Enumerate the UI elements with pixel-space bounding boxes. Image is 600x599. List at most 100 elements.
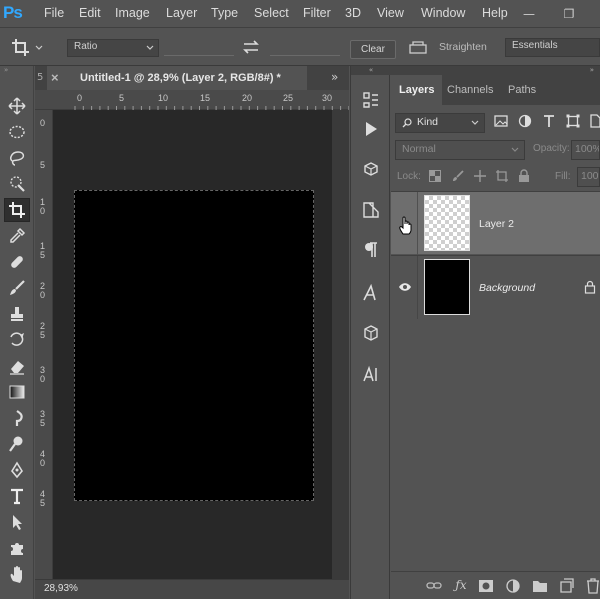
lock-transparent-pixels[interactable]: [429, 170, 441, 182]
tab-overflow-icon[interactable]: »: [331, 70, 338, 84]
ruler-tick-label: 5: [40, 160, 46, 170]
menu-image[interactable]: Image: [115, 6, 150, 20]
filter-shape-layers[interactable]: [565, 114, 581, 130]
layers-panel-footer: ƒx: [391, 571, 600, 599]
close-tab-icon[interactable]: ×: [51, 66, 59, 90]
new-group-button[interactable]: [532, 578, 548, 594]
3d-panel-button[interactable]: [359, 322, 383, 344]
clone-stamp-tool[interactable]: [4, 302, 30, 326]
workspace-dropdown[interactable]: Essentials: [505, 38, 600, 57]
tools-panel: »: [0, 66, 34, 599]
tab-paths[interactable]: Paths: [500, 75, 544, 105]
layer-filter-dropdown[interactable]: Kind: [395, 113, 485, 133]
menu-window[interactable]: Window: [421, 6, 465, 20]
expand-panels-icon[interactable]: »: [590, 66, 594, 75]
brush-tool[interactable]: [4, 276, 30, 300]
filter-adjustment-layers[interactable]: [517, 114, 533, 130]
character-panel-button[interactable]: [359, 282, 383, 304]
add-mask-button[interactable]: [478, 578, 494, 594]
height-field[interactable]: [270, 40, 340, 56]
collapse-dock-icon[interactable]: «: [351, 66, 391, 75]
lock-artboard[interactable]: [495, 169, 509, 183]
document-tab[interactable]: × Untitled-1 @ 28,9% (Layer 2, RGB/8#) *: [47, 66, 307, 90]
move-icon: [474, 170, 486, 182]
history-brush-tool[interactable]: [4, 328, 30, 352]
swap-button[interactable]: [242, 39, 260, 55]
clear-button[interactable]: Clear: [350, 40, 396, 59]
menu-filter[interactable]: Filter: [303, 6, 331, 20]
canvas-area[interactable]: [53, 110, 332, 579]
path-selection-tool[interactable]: [4, 510, 30, 534]
crop-tool[interactable]: [4, 198, 30, 222]
layer-row-layer-2[interactable]: Layer 2: [391, 191, 600, 255]
marquee-tool[interactable]: [4, 120, 30, 144]
menu-type[interactable]: Type: [211, 6, 238, 20]
gradient-tool[interactable]: [4, 380, 30, 404]
blend-mode-label: Normal: [402, 143, 436, 155]
type-tool[interactable]: [4, 484, 30, 508]
menu-edit[interactable]: Edit: [79, 6, 101, 20]
opacity-input[interactable]: 100%: [571, 140, 600, 160]
width-field[interactable]: [164, 40, 234, 56]
filter-pixel-layers[interactable]: [493, 114, 509, 130]
delete-layer-button[interactable]: [585, 578, 600, 594]
modifier-panel-button[interactable]: [359, 158, 383, 180]
menu-help[interactable]: Help: [482, 6, 508, 20]
fill-input[interactable]: 100%: [577, 167, 600, 187]
straighten-label: Straighten: [439, 41, 487, 53]
filter-smart-objects[interactable]: [587, 114, 600, 130]
custom-shape-tool[interactable]: [4, 536, 30, 560]
eyedropper-tool[interactable]: [4, 224, 30, 248]
minimize-button[interactable]: —: [516, 0, 542, 28]
zoom-level[interactable]: 28,93%: [44, 583, 78, 594]
lock-image-pixels[interactable]: [451, 169, 465, 183]
collapse-arrows-icon[interactable]: »: [4, 66, 30, 74]
layer-row-background[interactable]: Background: [391, 255, 600, 319]
dodge-tool[interactable]: [4, 432, 30, 456]
hand-tool[interactable]: [4, 562, 30, 586]
restore-button[interactable]: ❐: [556, 0, 582, 28]
new-layer-button[interactable]: [558, 578, 574, 594]
filter-type-layers[interactable]: [541, 114, 557, 130]
menu-select[interactable]: Select: [254, 6, 289, 20]
history-panel-button[interactable]: [359, 89, 383, 111]
straighten-button[interactable]: Straighten: [408, 39, 488, 59]
link-layers-button[interactable]: [426, 578, 442, 594]
layer-style-button[interactable]: ƒx: [453, 578, 469, 594]
layer-name[interactable]: Layer 2: [479, 218, 514, 230]
menu-layer[interactable]: Layer: [166, 6, 197, 20]
lock-all[interactable]: [517, 169, 531, 183]
menu-file[interactable]: File: [44, 6, 64, 20]
paragraph-panel-button[interactable]: [359, 239, 383, 261]
blend-mode-dropdown[interactable]: Normal: [395, 140, 525, 160]
previous-tab-fragment[interactable]: 5: [37, 72, 43, 83]
healing-brush-tool[interactable]: [4, 250, 30, 274]
visibility-toggle[interactable]: [391, 256, 418, 319]
crop-preset-button[interactable]: [10, 38, 44, 58]
tab-channels[interactable]: Channels: [439, 75, 501, 105]
eraser-tool[interactable]: [4, 354, 30, 378]
pen-tool[interactable]: [4, 458, 30, 482]
history-brush-icon: [10, 332, 24, 346]
vertical-scrollbar[interactable]: [332, 110, 349, 579]
layer-name[interactable]: Background: [479, 282, 535, 294]
tab-layers[interactable]: Layers: [391, 75, 443, 105]
move-tool[interactable]: [4, 94, 30, 118]
menu-view[interactable]: View: [377, 6, 404, 20]
status-bar: 28,93%: [35, 579, 349, 599]
menu-3d[interactable]: 3D: [345, 6, 361, 20]
horizontal-ruler: 0 5 10 15 20 25 30: [35, 90, 349, 110]
character-styles-panel-button[interactable]: [359, 363, 383, 385]
lock-icon: [519, 169, 529, 182]
blur-tool[interactable]: [4, 406, 30, 430]
document-canvas[interactable]: [74, 190, 314, 501]
image-icon: [494, 115, 508, 127]
lasso-tool[interactable]: [4, 146, 30, 170]
adjustment-layer-button[interactable]: [505, 578, 521, 594]
lock-position[interactable]: [473, 169, 487, 183]
quick-selection-tool[interactable]: [4, 172, 30, 196]
actions-panel-button[interactable]: [359, 118, 383, 140]
smart-object-icon: [590, 114, 600, 128]
ratio-dropdown[interactable]: Ratio: [67, 39, 159, 57]
clone-source-panel-button[interactable]: [359, 199, 383, 221]
